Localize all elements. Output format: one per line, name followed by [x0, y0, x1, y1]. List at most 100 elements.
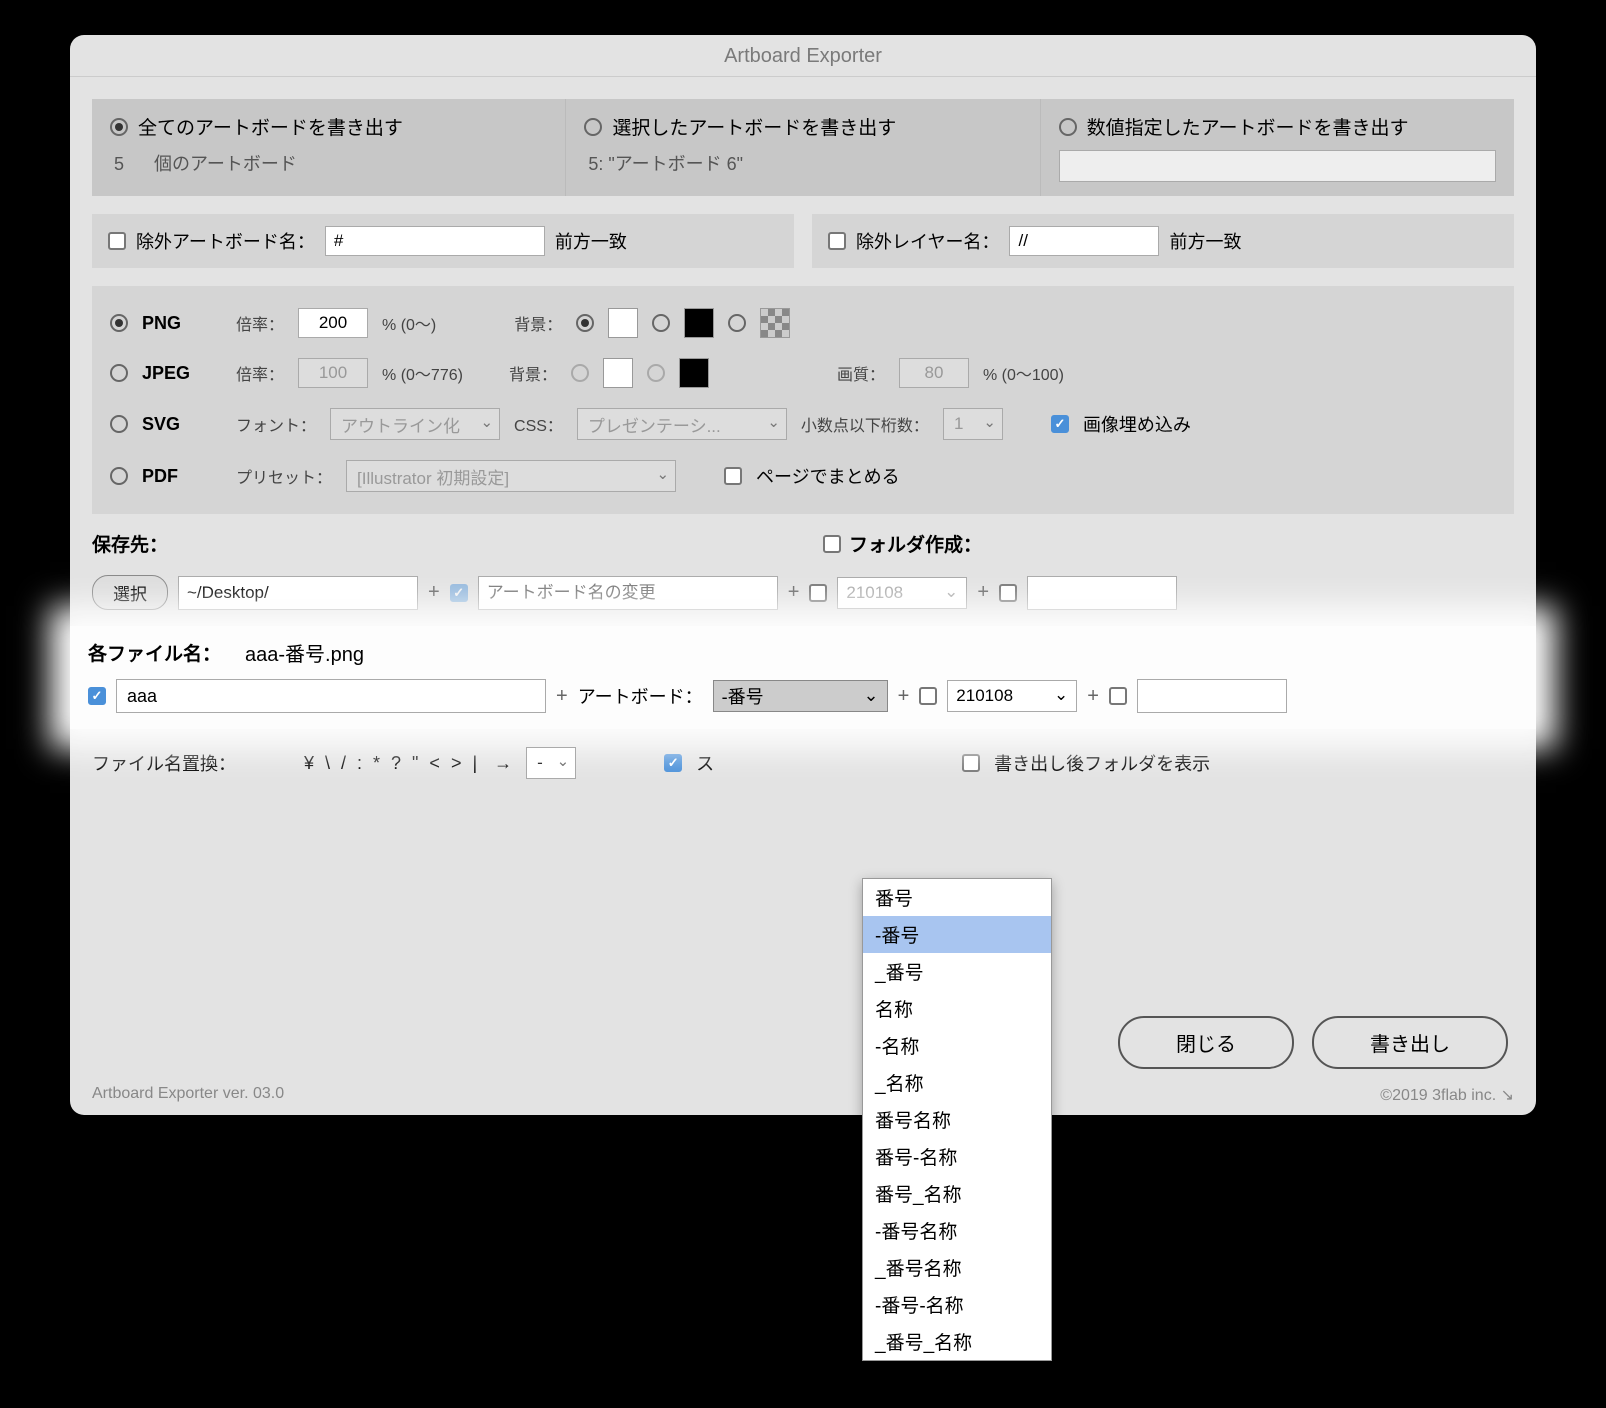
- radio-pdf[interactable]: [110, 467, 128, 485]
- png-bg-trans-radio[interactable]: [728, 314, 746, 332]
- filename-prefix-input[interactable]: [116, 679, 546, 713]
- jpeg-scale-input: [298, 358, 368, 388]
- radio-all[interactable]: [110, 118, 128, 136]
- pdf-label: PDF: [142, 466, 222, 487]
- svg-css-label: CSS：: [514, 412, 563, 436]
- folder-create-label: フォルダ作成：: [849, 530, 982, 557]
- jpeg-quality-label: 画質：: [837, 361, 885, 385]
- close-button[interactable]: 閉じる: [1118, 1016, 1294, 1069]
- mode-numeric-label: 数値指定したアートボードを書き出す: [1087, 113, 1409, 140]
- jpeg-row: JPEG 倍率： % (0〜776) 背景： 画質： % (0〜100): [92, 348, 1514, 398]
- copyright-label: ©2019 3flab inc. ↘: [1380, 1085, 1514, 1105]
- dropdown-option[interactable]: _番号名称: [863, 1249, 1051, 1286]
- folder-date-checkbox[interactable]: [809, 584, 827, 602]
- dropdown-option[interactable]: _名称: [863, 1064, 1051, 1101]
- plus-icon-4: +: [556, 685, 568, 708]
- replace-char-select[interactable]: -: [526, 747, 576, 779]
- artboard-token-label: アートボード：: [578, 683, 703, 709]
- dropdown-option[interactable]: -番号-名称: [863, 1286, 1051, 1323]
- radio-svg[interactable]: [110, 415, 128, 433]
- jpeg-bg-black-radio: [647, 364, 665, 382]
- replace-space-checkbox[interactable]: [664, 754, 682, 772]
- mode-all-label: 全てのアートボードを書き出す: [138, 113, 403, 140]
- folder-date-select[interactable]: 210108: [837, 577, 967, 609]
- save-row: 選択 + + 210108 +: [92, 575, 1514, 610]
- filename-extra-checkbox[interactable]: [1109, 687, 1127, 705]
- png-bg-white-radio[interactable]: [576, 314, 594, 332]
- radio-selected[interactable]: [584, 118, 602, 136]
- dropdown-option[interactable]: 番号-名称: [863, 1138, 1051, 1175]
- plus-icon-5: +: [898, 685, 910, 708]
- swatch-black[interactable]: [684, 308, 714, 338]
- radio-numeric[interactable]: [1059, 118, 1077, 136]
- exclude-layer-input[interactable]: [1009, 226, 1159, 256]
- dropdown-option[interactable]: 番号_名称: [863, 1175, 1051, 1212]
- radio-png[interactable]: [110, 314, 128, 332]
- dropdown-option[interactable]: 番号: [863, 879, 1051, 916]
- png-scale-input[interactable]: [298, 308, 368, 338]
- version-label: Artboard Exporter ver. 03.0: [92, 1085, 284, 1105]
- svg-decimal-select: 1: [943, 408, 1003, 440]
- exclude-layer-checkbox[interactable]: [828, 232, 846, 250]
- svg-label: SVG: [142, 414, 222, 435]
- dropdown-option[interactable]: _番号: [863, 953, 1051, 990]
- pdf-row: PDF プリセット： [Illustrator 初期設定] ページでまとめる: [92, 450, 1514, 502]
- exclude-artboard-checkbox[interactable]: [108, 232, 126, 250]
- svg-font-label: フォント：: [236, 412, 316, 436]
- dropdown-option[interactable]: -番号: [863, 916, 1051, 953]
- svg-decimal-label: 小数点以下桁数：: [801, 412, 929, 436]
- format-block: PNG 倍率： % (0〜) 背景： JPEG 倍率： % (0〜776) 背景…: [92, 286, 1514, 514]
- png-scale-range: % (0〜): [382, 311, 436, 335]
- numeric-range-input[interactable]: [1059, 150, 1496, 182]
- mode-selected-card[interactable]: 選択したアートボードを書き出す 5: "アートボード 6": [565, 99, 1040, 196]
- button-row: 閉じる 書き出し: [1118, 1016, 1508, 1069]
- artboard-token-select[interactable]: -番号: [713, 680, 888, 712]
- swatch-white[interactable]: [608, 308, 638, 338]
- svg-font-select: アウトライン化: [330, 408, 500, 440]
- exclude-layer-label: 除外レイヤー名：: [856, 228, 999, 254]
- dropdown-option[interactable]: _番号_名称: [863, 1323, 1051, 1360]
- dropdown-option[interactable]: 番号名称: [863, 1101, 1051, 1138]
- export-button[interactable]: 書き出し: [1312, 1016, 1508, 1069]
- exclude-artboard-label: 除外アートボード名：: [136, 228, 315, 254]
- filename-prefix-checkbox[interactable]: [88, 687, 106, 705]
- radio-jpeg[interactable]: [110, 364, 128, 382]
- jpeg-bg-label: 背景：: [509, 361, 557, 385]
- folder-name-input[interactable]: [478, 576, 778, 610]
- folder-extra-input[interactable]: [1027, 576, 1177, 610]
- save-section: 保存先： フォルダ作成：: [92, 530, 1514, 567]
- filename-extra-input[interactable]: [1137, 679, 1287, 713]
- content-area: 全てのアートボードを書き出す 5個のアートボード 選択したアートボードを書き出す…: [70, 77, 1536, 807]
- dialog-window: Artboard Exporter 全てのアートボードを書き出す 5個のアートボ…: [70, 35, 1536, 1115]
- filename-section: 各ファイル名： aaa-番号.png + アートボード： -番号 + 21010…: [70, 626, 1536, 729]
- filename-date-select[interactable]: 210108: [947, 680, 1077, 712]
- dropdown-option[interactable]: 名称: [863, 990, 1051, 1027]
- mode-numeric-card[interactable]: 数値指定したアートボードを書き出す: [1041, 99, 1514, 196]
- png-row: PNG 倍率： % (0〜) 背景：: [92, 298, 1514, 348]
- open-folder-checkbox[interactable]: [962, 754, 980, 772]
- jpeg-scale-range: % (0〜776): [382, 361, 463, 385]
- filename-date-checkbox[interactable]: [919, 687, 937, 705]
- dropdown-option[interactable]: -名称: [863, 1027, 1051, 1064]
- arrow-icon: →: [494, 753, 512, 774]
- filename-label: 各ファイル名：: [88, 639, 221, 666]
- exclude-layer-box: 除外レイヤー名： 前方一致: [812, 214, 1514, 268]
- swatch-transparent[interactable]: [760, 308, 790, 338]
- save-label: 保存先：: [92, 530, 783, 557]
- png-scale-label: 倍率：: [236, 311, 284, 335]
- filename-row: + アートボード： -番号 + 210108 +: [88, 679, 1518, 713]
- save-path-input[interactable]: [178, 576, 418, 610]
- svg-embed-checkbox[interactable]: [1051, 415, 1069, 433]
- select-path-button[interactable]: 選択: [92, 575, 168, 610]
- exclude-artboard-input[interactable]: [325, 226, 545, 256]
- folder-name-checkbox[interactable]: [450, 584, 468, 602]
- dropdown-option[interactable]: -番号名称: [863, 1212, 1051, 1249]
- pdf-merge-checkbox[interactable]: [724, 467, 742, 485]
- folder-extra-checkbox[interactable]: [999, 584, 1017, 602]
- mode-all-card[interactable]: 全てのアートボードを書き出す 5個のアートボード: [92, 99, 565, 196]
- dropdown-list: 番号-番号_番号名称-名称_名称番号名称番号-名称番号_名称-番号名称_番号名称…: [862, 878, 1052, 1361]
- svg-embed-label: 画像埋め込み: [1083, 411, 1191, 437]
- folder-create-checkbox[interactable]: [823, 535, 841, 553]
- png-bg-black-radio[interactable]: [652, 314, 670, 332]
- png-bg-label: 背景：: [514, 311, 562, 335]
